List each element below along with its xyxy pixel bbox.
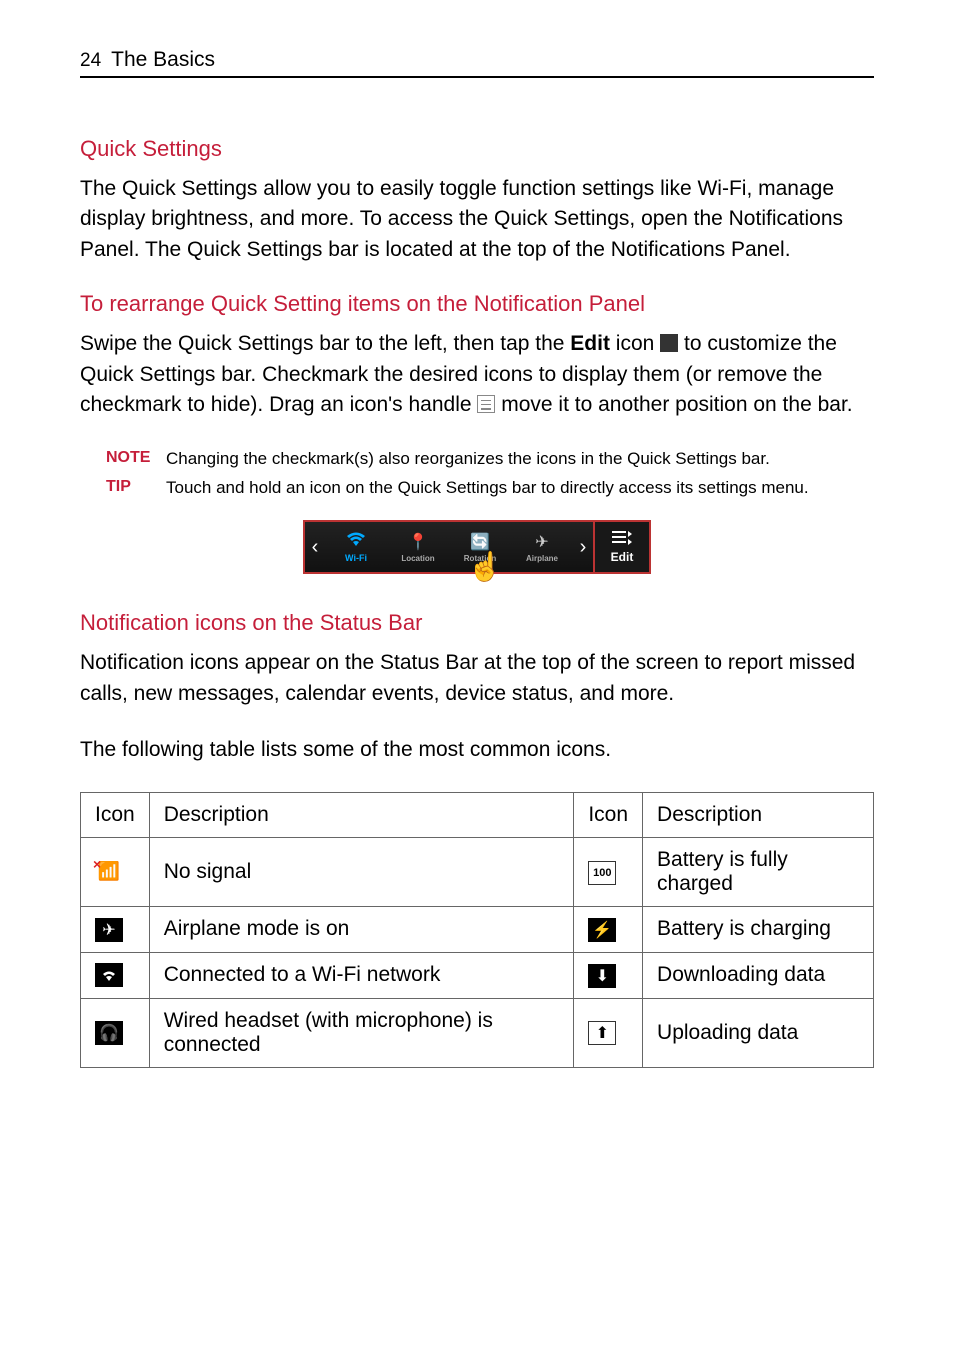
wifi-icon [347,532,365,551]
tip-row: TIP Touch and hold an icon on the Quick … [106,476,874,500]
table-header-row: Icon Description Icon Description [81,792,874,837]
section-name: The Basics [111,48,215,72]
location-icon: 📍 [408,532,428,552]
qs-item-airplane: ✈ Airplane [511,522,573,572]
airplane-icon: ✈ [535,532,548,552]
heading-rearrange: To rearrange Quick Setting items on the … [80,291,874,317]
text-part-1: Swipe the Quick Settings bar to the left… [80,332,570,355]
paragraph-status-bar: Notification icons appear on the Status … [80,648,874,709]
paragraph-table-intro: The following table lists some of the mo… [80,735,874,765]
icon-cell [81,952,150,998]
paragraph-rearrange: Swipe the Quick Settings bar to the left… [80,329,874,420]
table-row: Connected to a Wi-Fi network ⬇ Downloadi… [81,952,874,998]
qs-edit-label: Edit [611,550,634,564]
wifi-connected-icon [95,963,123,987]
text-part-4: move it to another position on the bar. [495,393,852,416]
col-desc-1: Description [149,792,574,837]
desc-cell: Connected to a Wi-Fi network [149,952,574,998]
qs-location-label: Location [401,554,434,563]
col-desc-2: Description [643,792,874,837]
col-icon-1: Icon [81,792,150,837]
downloading-icon: ⬇ [588,964,616,988]
handle-icon [477,395,495,413]
headset-icon: 🎧 [95,1021,123,1045]
heading-status-bar: Notification icons on the Status Bar [80,610,874,636]
hand-pointer-icon: ☝️ [467,550,502,583]
qs-item-wifi: Wi-Fi [325,522,387,572]
quick-settings-screenshot: ‹ Wi-Fi 📍 Location 🔄 Rotation ✈ Airplane… [80,520,874,574]
icon-cell: ⬇ [574,952,643,998]
chevron-left-icon: ‹ [305,536,325,559]
icon-cell: 🎧 [81,998,150,1067]
icons-table: Icon Description Icon Description 📶 No s… [80,792,874,1068]
qs-item-edit: Edit [593,522,651,572]
icon-cell: ✈ [81,906,150,952]
battery-charging-icon: ⚡ [588,918,616,942]
note-text: Changing the checkmark(s) also reorganiz… [166,447,874,471]
col-icon-2: Icon [574,792,643,837]
tip-label: TIP [106,476,166,500]
note-row: NOTE Changing the checkmark(s) also reor… [106,447,874,471]
icon-cell: ⚡ [574,906,643,952]
airplane-mode-icon: ✈ [95,918,123,942]
tip-text: Touch and hold an icon on the Quick Sett… [166,476,874,500]
edit-icon [660,334,678,352]
chevron-right-icon: › [573,536,593,559]
icon-cell: 📶 [81,837,150,906]
page-number: 24 [80,50,101,72]
battery-full-icon: 100 [588,861,616,885]
note-label: NOTE [106,447,166,471]
table-row: 🎧 Wired headset (with microphone) is con… [81,998,874,1067]
heading-quick-settings: Quick Settings [80,136,874,162]
qs-item-location: 📍 Location [387,522,449,572]
page-header: 24 The Basics [80,48,874,78]
qs-wifi-label: Wi-Fi [345,553,367,563]
desc-cell: No signal [149,837,574,906]
paragraph-quick-settings: The Quick Settings allow you to easily t… [80,174,874,265]
uploading-icon: ⬆ [588,1021,616,1045]
edit-word: Edit [570,332,610,355]
qs-airplane-label: Airplane [526,554,558,563]
desc-cell: Battery is fully charged [643,837,874,906]
table-row: 📶 No signal 100 Battery is fully charged [81,837,874,906]
text-part-2: icon [610,332,660,355]
rotation-icon: 🔄 [470,532,490,552]
table-row: ✈ Airplane mode is on ⚡ Battery is charg… [81,906,874,952]
icon-cell: 100 [574,837,643,906]
quick-settings-bar: ‹ Wi-Fi 📍 Location 🔄 Rotation ✈ Airplane… [303,520,651,574]
desc-cell: Downloading data [643,952,874,998]
desc-cell: Battery is charging [643,906,874,952]
desc-cell: Airplane mode is on [149,906,574,952]
icon-cell: ⬆ [574,998,643,1067]
desc-cell: Wired headset (with microphone) is conne… [149,998,574,1067]
desc-cell: Uploading data [643,998,874,1067]
edit-lines-icon [612,531,632,550]
no-signal-icon: 📶 [95,860,123,884]
